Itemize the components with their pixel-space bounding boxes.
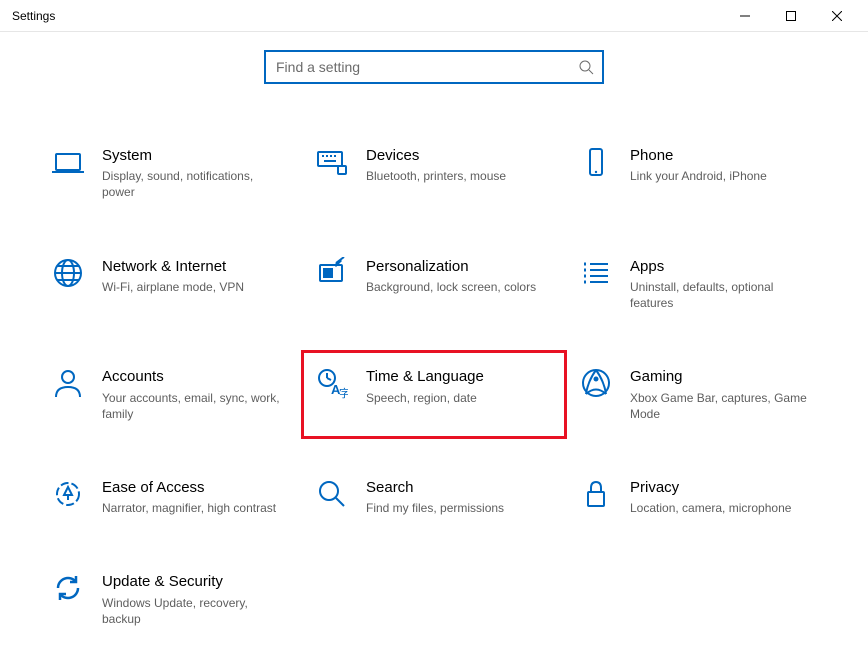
tile-ease-of-access[interactable]: Ease of Access Narrator, magnifier, high … [48,472,292,522]
tile-title: Devices [366,146,506,166]
apps-icon [580,257,612,289]
tile-title: Network & Internet [102,257,244,277]
tile-update[interactable]: Update & Security Windows Update, recover… [48,566,292,633]
tile-text: Privacy Location, camera, microphone [630,478,791,516]
time-lang-icon [316,367,348,399]
tile-desc: Narrator, magnifier, high contrast [102,500,276,516]
tile-desc: Wi-Fi, airplane mode, VPN [102,279,244,295]
tile-title: Update & Security [102,572,282,592]
tile-title: System [102,146,282,166]
search-box[interactable] [264,50,604,84]
tile-title: Privacy [630,478,791,498]
tile-gaming[interactable]: Gaming Xbox Game Bar, captures, Game Mode [576,361,820,428]
tile-desc: Windows Update, recovery, backup [102,595,282,627]
tile-phone[interactable]: Phone Link your Android, iPhone [576,140,820,207]
tile-desc: Your accounts, email, sync, work, family [102,390,282,422]
tile-title: Ease of Access [102,478,276,498]
update-icon [52,572,84,604]
paint-icon [316,257,348,289]
tile-privacy[interactable]: Privacy Location, camera, microphone [576,472,820,522]
maximize-button[interactable] [768,0,814,32]
tile-desc: Location, camera, microphone [630,500,791,516]
maximize-icon [786,11,796,21]
tile-text: Search Find my files, permissions [366,478,504,516]
tile-desc: Bluetooth, printers, mouse [366,168,506,184]
tile-text: Time & Language Speech, region, date [366,367,484,405]
tile-desc: Uninstall, defaults, optional features [630,279,810,311]
tile-text: Devices Bluetooth, printers, mouse [366,146,506,184]
tile-desc: Xbox Game Bar, captures, Game Mode [630,390,810,422]
tile-time-language[interactable]: Time & Language Speech, region, date [312,361,556,428]
tile-title: Gaming [630,367,810,387]
tile-devices[interactable]: Devices Bluetooth, printers, mouse [312,140,556,207]
tile-title: Time & Language [366,367,484,387]
window-controls [722,0,860,31]
tile-desc: Link your Android, iPhone [630,168,767,184]
search-input[interactable] [274,58,578,76]
tile-system[interactable]: SystemDisplay, sound, notifications, pow… [48,140,292,207]
tile-text: Gaming Xbox Game Bar, captures, Game Mode [630,367,810,422]
window-title: Settings [8,9,722,23]
minimize-icon [740,11,750,21]
phone-icon [580,146,612,178]
gaming-icon [580,367,612,399]
tile-apps[interactable]: AppsUninstall, defaults, optional featur… [576,251,820,318]
lock-icon [580,478,612,510]
close-button[interactable] [814,0,860,32]
tile-desc: Display, sound, notifications, power [102,168,282,200]
tile-text: Accounts Your accounts, email, sync, work… [102,367,282,422]
search-icon [578,59,594,75]
tile-text: AppsUninstall, defaults, optional featur… [630,257,810,312]
tile-title: Accounts [102,367,282,387]
tile-desc: Background, lock screen, colors [366,279,536,295]
close-icon [832,11,842,21]
search-container [0,50,868,84]
tile-text: Personalization Background, lock screen, … [366,257,536,295]
tile-text: Phone Link your Android, iPhone [630,146,767,184]
tile-search-tile[interactable]: Search Find my files, permissions [312,472,556,522]
tile-desc: Find my files, permissions [366,500,504,516]
tile-title: Apps [630,257,810,277]
settings-grid: SystemDisplay, sound, notifications, pow… [0,84,868,657]
tile-personalization[interactable]: Personalization Background, lock screen, … [312,251,556,318]
magnify-icon [316,478,348,510]
tile-text: Network & Internet Wi-Fi, airplane mode, … [102,257,244,295]
tile-text: SystemDisplay, sound, notifications, pow… [102,146,282,201]
globe-icon [52,257,84,289]
minimize-button[interactable] [722,0,768,32]
tile-accounts[interactable]: Accounts Your accounts, email, sync, work… [48,361,292,428]
tile-title: Phone [630,146,767,166]
tile-title: Personalization [366,257,536,277]
tile-text: Update & Security Windows Update, recover… [102,572,282,627]
tile-network[interactable]: Network & Internet Wi-Fi, airplane mode, … [48,251,292,318]
laptop-icon [52,146,84,178]
tile-text: Ease of Access Narrator, magnifier, high … [102,478,276,516]
tile-title: Search [366,478,504,498]
ease-icon [52,478,84,510]
tile-desc: Speech, region, date [366,390,484,406]
titlebar: Settings [0,0,868,32]
keyboard-icon [316,146,348,178]
person-icon [52,367,84,399]
